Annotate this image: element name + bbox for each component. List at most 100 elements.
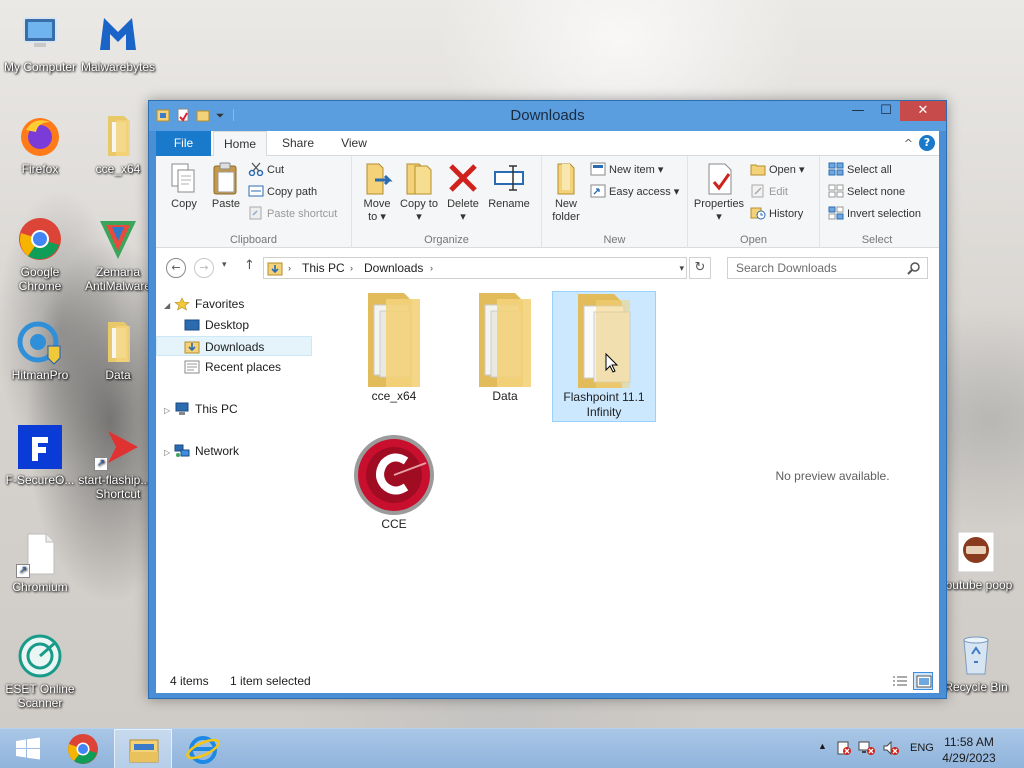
file-explorer-icon [129,739,159,763]
folder-icon [457,291,553,389]
clock[interactable]: 11:58 AM 4/29/2023 [934,734,1004,766]
new-item-button[interactable]: New item ▾ [590,160,663,180]
desktop-icon-cce-x64[interactable]: cce_x64 [78,112,158,176]
nav-this-pc-label: This PC [195,402,238,416]
file-item-cce-x64[interactable]: cce_x64 [342,291,446,404]
easy-access-icon [590,184,606,198]
paste-shortcut-button[interactable]: Paste shortcut [248,204,337,224]
up-button[interactable]: ↑ [244,258,255,273]
delete-icon [447,160,479,196]
desktop-icon-start-flashpoint[interactable]: ↗ start-flaship... - Shortcut [78,423,158,501]
title-bar[interactable]: Downloads — ☐ ✕ [149,101,946,131]
copy-to-button[interactable]: Copy to ▾ [400,160,438,224]
maximize-button[interactable]: ☐ [872,101,900,121]
ribbon: Copy Paste Cut Copy path Paste shortcut [156,156,939,248]
paste-button[interactable]: Paste [206,160,246,211]
group-label-new: New [603,234,626,246]
move-to-button[interactable]: Move to ▾ [358,160,396,224]
show-hidden-icons-button[interactable]: ▲ [818,741,827,751]
nav-downloads[interactable]: Downloads [156,336,312,356]
desktop-icon-zemana[interactable]: Zemana AntiMalware [78,215,158,293]
address-dropdown-button[interactable]: ▾ [679,258,684,278]
breadcrumb-downloads[interactable]: Downloads [364,258,423,278]
nav-this-pc[interactable]: ▷ This PC [164,399,238,419]
collapse-ribbon-button[interactable]: ^ [904,137,913,150]
network-tray-icon[interactable] [858,740,876,759]
start-button[interactable] [0,729,56,768]
copy-path-button[interactable]: Copy path [248,182,317,202]
properties-button[interactable]: Properties ▾ [692,160,746,224]
close-button[interactable]: ✕ [900,101,946,121]
desktop-icon-label: ESET Online Scanner [5,682,75,710]
file-item-data[interactable]: Data [453,291,557,404]
folder-icon [94,318,142,366]
tab-view[interactable]: View [330,131,378,156]
desktop-icon-data[interactable]: Data [78,318,158,382]
expand-arrow-icon[interactable]: ▷ [164,401,174,421]
window-title: Downloads [510,107,585,124]
copy-button[interactable]: Copy [164,160,204,211]
desktop-icon-recycle-bin[interactable]: Recycle Bin [936,630,1016,694]
help-button[interactable]: ? [919,135,935,151]
tab-share[interactable]: Share [274,131,322,156]
file-name: cce_x64 [371,389,417,403]
desktop-icon-firefox[interactable]: Firefox [0,112,80,176]
easy-access-button[interactable]: Easy access ▾ [590,182,679,202]
action-center-icon[interactable] [836,740,852,759]
desktop-icon-hitmanpro[interactable]: HitmanPro [0,318,80,382]
new-folder-button[interactable]: New folder [546,160,586,224]
history-button[interactable]: History [750,204,803,224]
minimize-button[interactable]: — [844,101,872,121]
window-content: File Home Share View ^ ? Copy Paste Cut … [156,131,939,693]
desktop-icon-eset[interactable]: ESET Online Scanner [0,632,80,710]
edit-button[interactable]: Edit [750,182,788,202]
network-icon [174,444,190,458]
rename-button[interactable]: Rename [486,160,532,211]
file-item-flashpoint[interactable]: Flashpoint 11.1 Infinity [552,291,656,422]
desktop-icon-f-secure[interactable]: F-SecureO... [0,423,80,487]
delete-dropdown-arrow[interactable]: ▾ [460,211,466,223]
desktop-icon-label: HitmanPro [11,368,69,382]
desktop-icon-malwarebytes[interactable]: Malwarebytes [78,10,158,74]
nav-recent-places[interactable]: Recent places [184,357,281,377]
forward-button[interactable]: → [194,258,214,278]
file-item-cce[interactable]: CCE [342,429,446,532]
nav-desktop[interactable]: Desktop [184,315,249,335]
taskbar-chrome[interactable] [54,729,112,768]
recent-locations-button[interactable]: ▾ [222,260,227,270]
input-language[interactable]: ENG [910,742,934,754]
delete-label: Delete [447,198,479,210]
tab-home[interactable]: Home [213,131,267,157]
folder-icon [346,291,442,389]
expand-arrow-icon[interactable]: ▷ [164,443,174,463]
desktop-icon-chromium[interactable]: ↗ Chromium [0,530,80,594]
breadcrumb-this-pc[interactable]: This PC [302,258,345,278]
open-button[interactable]: Open ▾ [750,160,805,180]
expand-arrow-icon[interactable]: ◢ [164,296,174,316]
details-view-button[interactable] [889,672,909,690]
desktop-icon-youtube-poop[interactable]: youtube poop [936,528,1016,592]
nav-favorites[interactable]: ◢ Favorites [164,294,244,314]
refresh-button[interactable]: ↻ [689,257,711,279]
nav-network[interactable]: ▷ Network [164,441,239,461]
select-all-button[interactable]: Select all [828,160,892,180]
back-button[interactable]: ← [166,258,186,278]
volume-icon[interactable] [882,740,900,759]
cut-button[interactable]: Cut [248,160,284,180]
delete-button[interactable]: Delete ▾ [444,160,482,224]
select-all-label: Select all [847,164,892,176]
tab-file[interactable]: File [156,131,211,156]
flashpoint-icon: ↗ [94,423,142,471]
select-none-button[interactable]: Select none [828,182,905,202]
properties-icon [703,160,735,196]
address-bar[interactable]: › This PC › Downloads › ▾ [263,257,687,279]
search-input[interactable]: Search Downloads [727,257,928,279]
desktop-icon-my-computer[interactable]: My Computer [0,10,80,74]
invert-selection-button[interactable]: Invert selection [828,204,921,224]
desktop-icon-google-chrome[interactable]: Google Chrome [0,215,80,293]
group-open: Properties ▾ Open ▾ Edit History Open [688,156,820,248]
taskbar-internet-explorer[interactable] [174,729,232,768]
large-icons-view-button[interactable] [913,672,933,690]
taskbar-file-explorer[interactable] [114,729,172,768]
properties-dropdown-arrow[interactable]: ▾ [716,211,722,223]
